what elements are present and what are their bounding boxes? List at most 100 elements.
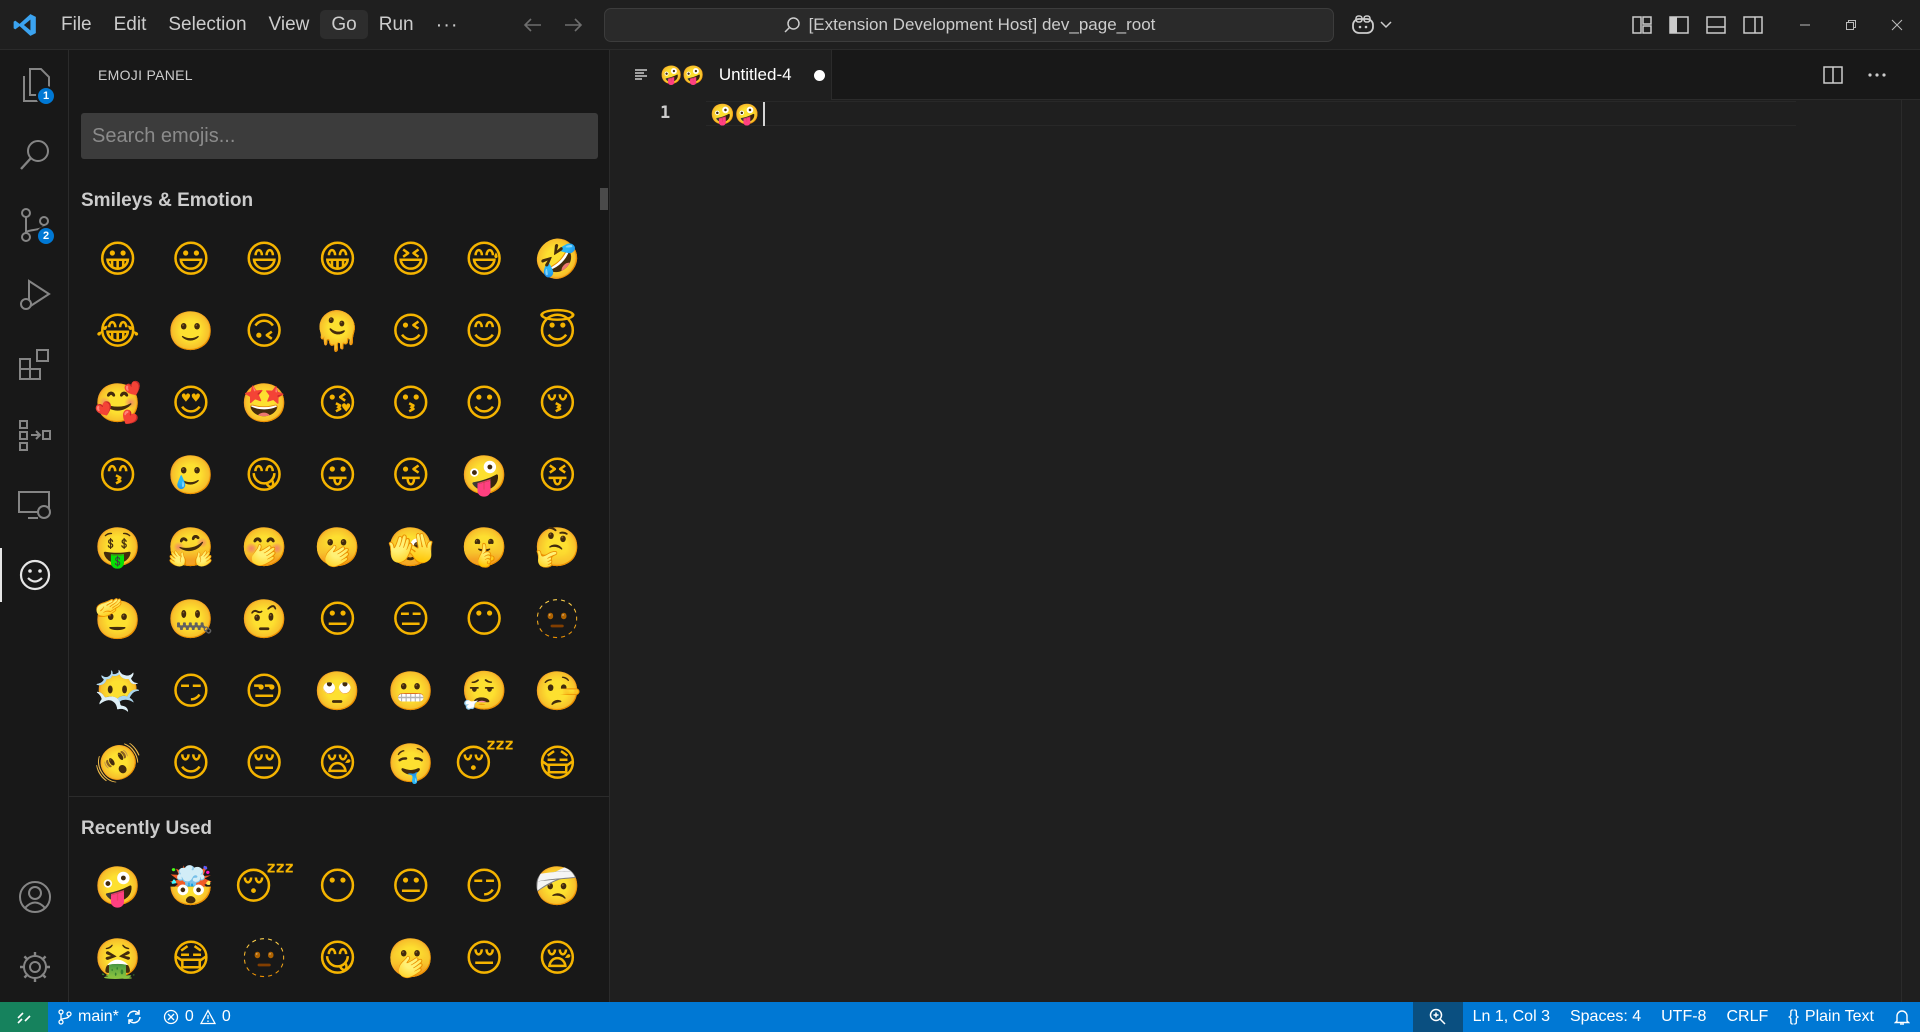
manage-button[interactable] bbox=[0, 932, 69, 1002]
emoji-button[interactable]: 🫠 bbox=[301, 295, 374, 367]
git-branch-status[interactable]: main* bbox=[48, 1002, 153, 1032]
emoji-button[interactable]: 🫥 bbox=[228, 922, 301, 994]
emoji-button[interactable]: 😶 bbox=[301, 850, 374, 922]
copilot-button[interactable] bbox=[1350, 10, 1396, 40]
unsaved-dot-icon[interactable] bbox=[813, 69, 825, 81]
notifications-button[interactable] bbox=[1884, 1002, 1920, 1032]
encoding-status[interactable]: UTF-8 bbox=[1651, 1002, 1716, 1032]
back-arrow-icon[interactable] bbox=[520, 12, 546, 38]
emoji-button[interactable]: 🤕 bbox=[521, 850, 594, 922]
emoji-button[interactable]: 😪 bbox=[521, 922, 594, 994]
eol-status[interactable]: CRLF bbox=[1716, 1002, 1778, 1032]
emoji-button[interactable]: 😄 bbox=[228, 223, 301, 295]
emoji-button[interactable]: 🤪 bbox=[81, 850, 154, 922]
emoji-button[interactable]: 😊 bbox=[447, 295, 520, 367]
emoji-button[interactable]: 🤐 bbox=[154, 583, 227, 655]
code-line[interactable]: 🤪🤪 bbox=[710, 101, 765, 127]
emoji-button[interactable]: 🙃 bbox=[228, 295, 301, 367]
emoji-button[interactable]: 😷 bbox=[521, 727, 594, 799]
close-icon[interactable] bbox=[1874, 0, 1920, 50]
emoji-button[interactable]: 🤨 bbox=[228, 583, 301, 655]
emoji-button[interactable]: 😜 bbox=[374, 439, 447, 511]
emoji-button[interactable]: 🤪 bbox=[447, 439, 520, 511]
emoji-button[interactable]: 🫡 bbox=[81, 583, 154, 655]
remote-explorer-button[interactable] bbox=[0, 470, 69, 540]
emoji-button[interactable]: ☺ bbox=[447, 367, 520, 439]
emoji-button[interactable]: 😔 bbox=[447, 922, 520, 994]
explorer-button[interactable]: 1 bbox=[0, 50, 69, 120]
emoji-button[interactable]: 😔 bbox=[228, 727, 301, 799]
toggle-primary-sidebar-icon[interactable] bbox=[1667, 12, 1691, 38]
emoji-button[interactable]: 😐 bbox=[374, 850, 447, 922]
emoji-button[interactable]: 🤮 bbox=[81, 922, 154, 994]
emoji-search-input[interactable] bbox=[81, 113, 598, 159]
menu-edit[interactable]: Edit bbox=[103, 10, 158, 39]
emoji-button[interactable]: 😪 bbox=[301, 727, 374, 799]
emoji-button[interactable]: 🤔 bbox=[521, 511, 594, 583]
emoji-button[interactable]: 😶 bbox=[447, 583, 520, 655]
restore-icon[interactable] bbox=[1828, 0, 1874, 50]
emoji-button[interactable]: 😷 bbox=[154, 922, 227, 994]
emoji-button[interactable]: 🤭 bbox=[228, 511, 301, 583]
emoji-button[interactable]: 😝 bbox=[521, 439, 594, 511]
more-actions-icon[interactable] bbox=[1864, 62, 1890, 88]
sync-icon[interactable] bbox=[125, 1009, 143, 1025]
minimize-icon[interactable] bbox=[1782, 0, 1828, 50]
emoji-button[interactable]: 🤫 bbox=[447, 511, 520, 583]
emoji-button[interactable]: 😑 bbox=[374, 583, 447, 655]
menu-view[interactable]: View bbox=[258, 10, 321, 39]
accounts-button[interactable] bbox=[0, 862, 69, 932]
indentation-status[interactable]: Spaces: 4 bbox=[1560, 1002, 1651, 1032]
emoji-button[interactable]: 🤤 bbox=[374, 727, 447, 799]
extensions-button[interactable] bbox=[0, 330, 69, 400]
emoji-button[interactable]: 😙 bbox=[81, 439, 154, 511]
source-control-button[interactable]: 2 bbox=[0, 190, 69, 260]
emoji-button[interactable]: 😒 bbox=[228, 655, 301, 727]
emoji-button[interactable]: 😬 bbox=[374, 655, 447, 727]
split-editor-icon[interactable] bbox=[1820, 62, 1846, 88]
search-view-button[interactable] bbox=[0, 120, 69, 190]
emoji-button[interactable]: 😀 bbox=[81, 223, 154, 295]
menu-run[interactable]: Run bbox=[368, 10, 425, 39]
emoji-button[interactable]: 🫢 bbox=[301, 511, 374, 583]
emoji-button[interactable]: 😛 bbox=[301, 439, 374, 511]
emoji-button[interactable]: 🫢 bbox=[374, 922, 447, 994]
tab-untitled-4[interactable]: 🤪🤪 Untitled-4 bbox=[610, 50, 832, 100]
zoom-button[interactable] bbox=[1412, 1002, 1463, 1032]
toggle-panel-icon[interactable] bbox=[1704, 12, 1728, 38]
emoji-button[interactable]: 😮‍💨 bbox=[447, 655, 520, 727]
emoji-button[interactable]: 😐 bbox=[301, 583, 374, 655]
remote-indicator-button[interactable] bbox=[0, 1002, 48, 1032]
emoji-button[interactable]: 🫣 bbox=[374, 511, 447, 583]
toggle-secondary-sidebar-icon[interactable] bbox=[1741, 12, 1765, 38]
emoji-button[interactable]: 🤩 bbox=[228, 367, 301, 439]
emoji-button[interactable]: 😏 bbox=[154, 655, 227, 727]
emoji-button[interactable]: 😇 bbox=[521, 295, 594, 367]
menu-selection[interactable]: Selection bbox=[157, 10, 257, 39]
menu-go[interactable]: Go bbox=[320, 10, 368, 39]
emoji-button[interactable]: 😋 bbox=[301, 922, 374, 994]
emoji-button[interactable]: 😌 bbox=[154, 727, 227, 799]
emoji-button[interactable]: 🤯 bbox=[154, 850, 227, 922]
menu-file[interactable]: File bbox=[50, 10, 103, 39]
emoji-button[interactable]: 😚 bbox=[521, 367, 594, 439]
emoji-button[interactable]: 😉 bbox=[374, 295, 447, 367]
emoji-button[interactable]: 😃 bbox=[154, 223, 227, 295]
emoji-button[interactable]: 🤗 bbox=[154, 511, 227, 583]
problems-status[interactable]: 0 0 bbox=[153, 1002, 241, 1032]
emoji-button[interactable]: 🙄 bbox=[301, 655, 374, 727]
emoji-button[interactable]: 🫨 bbox=[81, 727, 154, 799]
language-mode-status[interactable]: {} Plain Text bbox=[1778, 1002, 1884, 1032]
emoji-button[interactable]: 😏 bbox=[447, 850, 520, 922]
emoji-button[interactable]: 😂 bbox=[81, 295, 154, 367]
emoji-button[interactable]: 🤑 bbox=[81, 511, 154, 583]
emoji-button[interactable]: 😶‍🌫️ bbox=[81, 655, 154, 727]
testing-button[interactable] bbox=[0, 400, 69, 470]
emoji-button[interactable]: 😅 bbox=[447, 223, 520, 295]
emoji-button[interactable]: 😴 bbox=[447, 727, 520, 799]
emoji-button[interactable]: 😗 bbox=[374, 367, 447, 439]
emoji-button[interactable]: 🤥 bbox=[521, 655, 594, 727]
cursor-position-status[interactable]: Ln 1, Col 3 bbox=[1463, 1002, 1560, 1032]
emoji-button[interactable]: 🙂 bbox=[154, 295, 227, 367]
emoji-button[interactable]: 🫥 bbox=[521, 583, 594, 655]
